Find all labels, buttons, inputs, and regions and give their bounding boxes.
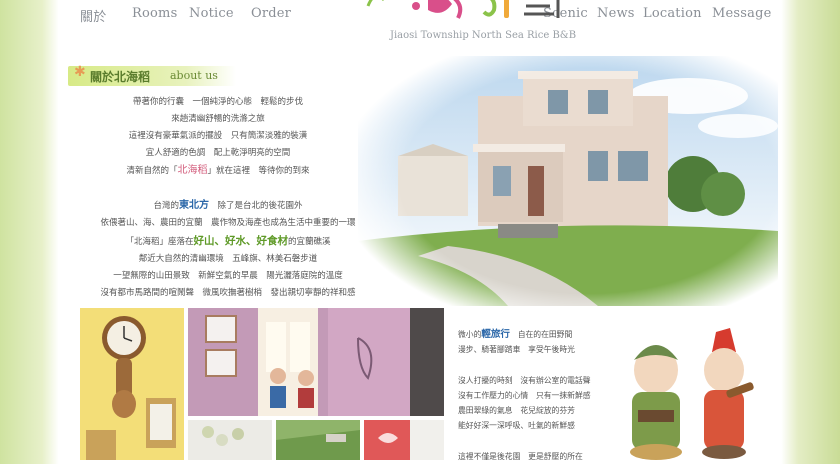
nav-rooms[interactable]: Rooms xyxy=(132,6,177,21)
nav-news[interactable]: News xyxy=(597,6,635,21)
location-line: 「北海稻」座落在好山、好水、好食材的宜蘭礁溪 xyxy=(78,233,378,251)
loc-suffix: 的宜蘭礁溪 xyxy=(288,236,331,247)
red-wall-photo xyxy=(364,420,444,460)
travel-line: 微小的輕旅行 自在的在田野間 xyxy=(458,327,618,342)
location-intro: 台灣的東北方 除了是台北的後花園外 依偎著山、海、農田的宜蘭 農作物及海產也成為… xyxy=(78,197,378,303)
loc-em-northeast: 東北方 xyxy=(179,200,209,211)
travel-text: 微小的輕旅行 自在的在田野間 漫步、騎著腳踏車 享受午後時光 沒人打擾的時刻 沒… xyxy=(458,327,618,464)
white-decor-photo xyxy=(188,420,272,460)
travel-prefix: 微小的 xyxy=(458,330,482,339)
welcome-suffix: 」就在這裡 等待你的到來 xyxy=(207,166,310,176)
about-title-en: about us xyxy=(170,69,218,82)
brand-name: 北海稻 xyxy=(177,165,208,176)
nav-message[interactable]: Message xyxy=(712,6,772,21)
location-line: 一望無際的山田景致 新鮮空氣的早晨 陽光灑落庭院的溫度 xyxy=(113,271,343,282)
location-line: 沒有都市馬路間的喧鬧聲 微風吹撫著樹梢 發出親切寧靜的祥和感 xyxy=(100,288,356,299)
travel-line: 能好好深一深呼吸、吐氣的新鮮感 xyxy=(458,421,575,430)
nav-notice[interactable]: Notice xyxy=(189,6,234,21)
loc-prefix: 台灣的 xyxy=(153,201,179,211)
garden-lawn-photo xyxy=(276,420,360,460)
location-line: 依偎著山、海、農田的宜蘭 農作物及海產也成為生活中重要的一環 xyxy=(100,218,356,229)
doll-figurines-image xyxy=(630,328,754,460)
travel-line: 這裡不僅是後花園 更是舒壓的所在 xyxy=(458,452,583,461)
page: 關於 Rooms Notice Order Scenic News Locati… xyxy=(58,0,780,461)
loc-prefix: 「北海稻」座落在 xyxy=(125,236,194,247)
loc-suffix: 除了是台北的後花園外 xyxy=(209,201,303,211)
site-logo[interactable] xyxy=(358,0,588,26)
about-intro: 帶著你的行囊 一個純淨的心態 輕鬆的步伐 來趟清幽舒暢的洗滌之旅 這裡沒有豪華氣… xyxy=(78,94,358,180)
loc-em-goodness: 好山、好水、好食材 xyxy=(193,234,289,247)
house-photo xyxy=(358,56,778,306)
site-tagline: Jiaosi Township North Sea Rice B&B xyxy=(389,30,577,41)
welcome-prefix: 清新自然的「 xyxy=(126,166,178,176)
nav-about[interactable]: 關於 xyxy=(80,6,106,25)
travel-line: 農田翠綠的氣息 花兒綻放的芬芳 xyxy=(458,406,575,415)
about-heading: ✱ 關於北海稻 about us xyxy=(68,64,236,86)
intro-line: 來趟清幽舒暢的洗滌之旅 xyxy=(171,114,265,124)
travel-line: 漫步、騎著腳踏車 享受午後時光 xyxy=(458,345,575,354)
location-line: 台灣的東北方 除了是台北的後花園外 xyxy=(78,197,378,215)
intro-line: 這裡沒有豪華氣派的擺設 只有簡潔淡雅的裝潢 xyxy=(128,131,308,141)
travel-line: 沒人打擾的時刻 沒有辦公室的電話聲 xyxy=(458,376,591,385)
nav-location[interactable]: Location xyxy=(643,6,702,21)
nav-order[interactable]: Order xyxy=(251,6,291,21)
travel-suffix: 自在的在田野間 xyxy=(509,330,573,339)
intro-line: 宜人舒適的色調 配上乾淨明亮的空間 xyxy=(145,148,291,158)
intro-welcome-line: 清新自然的「北海稻」就在這裡 等待你的到來 xyxy=(78,162,358,180)
about-title: 關於北海稻 xyxy=(90,70,151,84)
intro-line: 帶著你的行囊 一個純淨的心態 輕鬆的步伐 xyxy=(132,97,303,107)
location-line: 鄰近大自然的清幽環境 五峰旗、林美石磐步道 xyxy=(138,253,318,264)
flower-icon: ✱ xyxy=(74,64,86,80)
clock-wall-photo xyxy=(80,308,184,460)
travel-em-light-trip: 輕旅行 xyxy=(481,329,510,340)
room-dolls-photo xyxy=(188,308,444,416)
travel-line: 沒有工作壓力的心情 只有一抹新鮮感 xyxy=(458,391,591,400)
